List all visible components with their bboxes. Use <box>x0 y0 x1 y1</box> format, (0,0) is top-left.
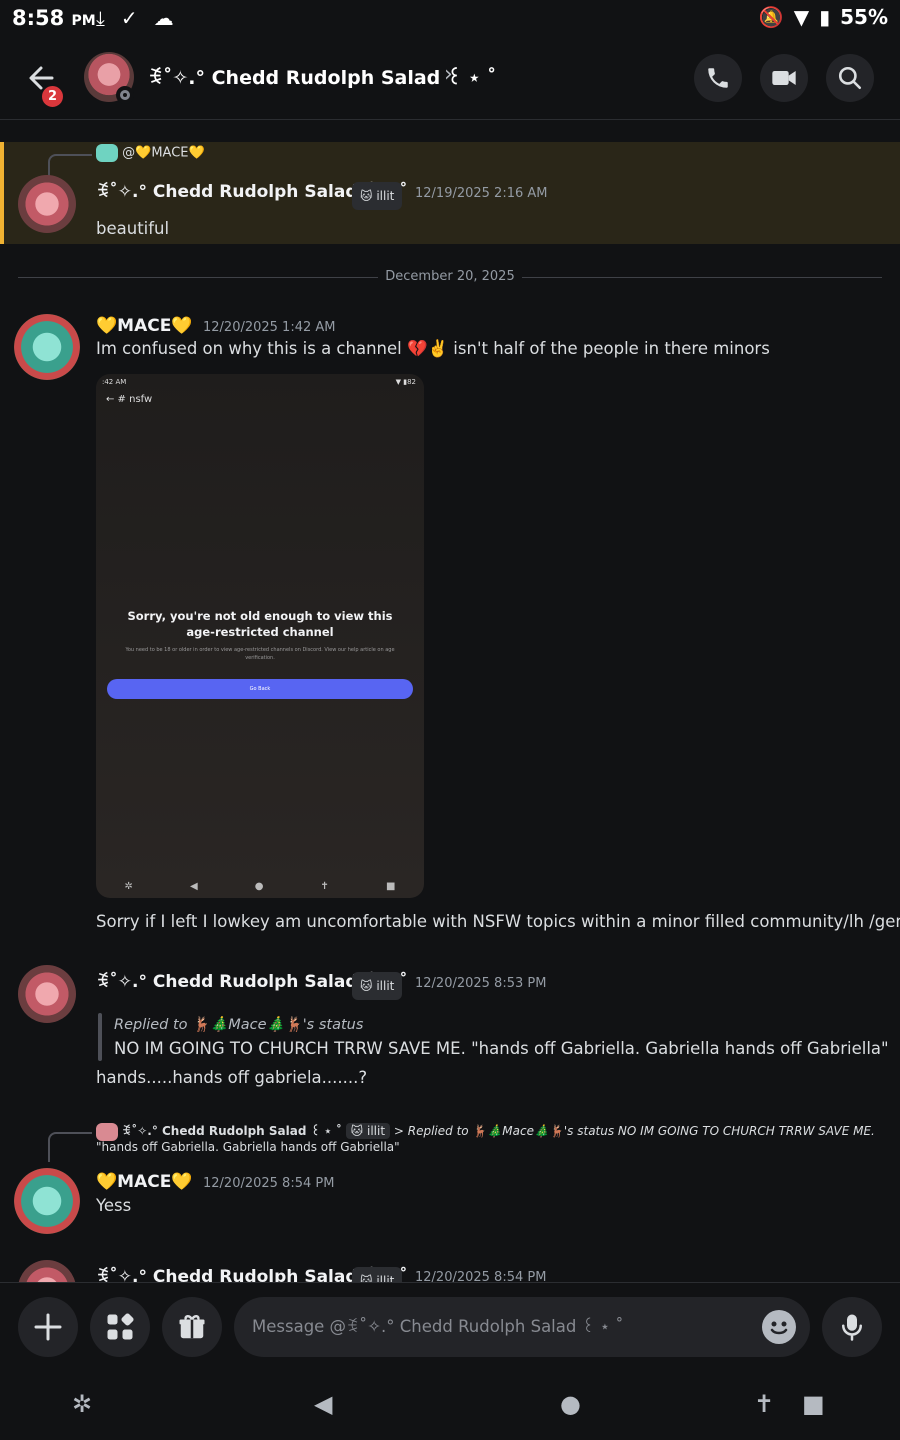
timestamp: 12/19/2025 2:16 AM <box>415 186 548 201</box>
gift-button[interactable] <box>162 1297 222 1357</box>
author-name[interactable]: 💛MACE💛 <box>96 1172 193 1192</box>
reply-reference[interactable]: ꉂ˚✧.° Chedd Rudolph Salad ꒰ ⋆ ˚ 🐱 illit … <box>96 1122 875 1141</box>
voice-call-button[interactable] <box>694 54 742 102</box>
reply-reference[interactable]: @💛MACE💛 <box>96 144 205 162</box>
apps-button[interactable] <box>90 1297 150 1357</box>
bell-off-icon: 🔕 <box>758 5 784 29</box>
cloud-icon: ☁ <box>153 6 174 30</box>
clock: 8:58 PM <box>12 6 96 30</box>
message-content: hands.....hands off gabriela.......? <box>96 1068 368 1087</box>
divider <box>522 277 882 278</box>
search-button[interactable] <box>826 54 874 102</box>
voice-message-button[interactable] <box>822 1297 882 1357</box>
status-reply-label: Replied to 🦌🎄Mace🎄🦌's status <box>114 1017 364 1033</box>
message-content: beautiful <box>96 219 170 238</box>
phone-icon <box>708 68 728 88</box>
download-done-icon: ✓ <box>120 6 138 30</box>
nav-recents-icon[interactable]: ■ <box>802 1390 825 1418</box>
date-divider: December 20, 2025 <box>385 269 515 284</box>
avatar[interactable] <box>18 175 76 233</box>
nav-home-icon[interactable]: ● <box>560 1390 581 1418</box>
accessibility-icon[interactable]: ✝ <box>754 1390 774 1418</box>
server-tag[interactable]: 🐱 illit <box>352 972 403 1000</box>
timestamp: 12/20/2025 8:54 PM <box>203 1176 335 1191</box>
chevron-right-icon[interactable]: › <box>444 62 453 87</box>
message-content: Im confused on why this is a channel 💔✌️… <box>96 339 770 358</box>
emoji-icon[interactable] <box>762 1310 796 1344</box>
system-nav-bar: ✲ ◀ ● ✝ ■ <box>0 1372 900 1440</box>
battery-percent: 55% <box>840 5 888 29</box>
status-offline-icon <box>116 86 134 104</box>
add-attachment-button[interactable] <box>18 1297 78 1357</box>
microphone-icon <box>842 1314 862 1341</box>
message-content: Sorry if I left I lowkey am uncomfortabl… <box>96 912 900 931</box>
message-input[interactable]: Message @ꉂ˚✧.° Chedd Rudolph Salad ꒰ ⋆ ˚ <box>234 1297 810 1357</box>
image-attachment[interactable]: :42 AM ▼ ▮82 ← # nsfw Sorry, you're not … <box>96 374 424 898</box>
download-icon: ⤓ <box>96 6 105 30</box>
unread-badge: 2 <box>40 84 65 109</box>
server-tag[interactable]: 🐱 illit <box>352 182 403 210</box>
gift-icon <box>179 1314 205 1339</box>
video-call-button[interactable] <box>760 54 808 102</box>
nav-back-icon[interactable]: ◀ <box>314 1390 332 1418</box>
plus-icon <box>34 1313 62 1341</box>
timestamp: 12/20/2025 1:42 AM <box>203 320 336 335</box>
message-list[interactable]: @💛MACE💛 ꉂ˚✧.° Chedd Rudolph Salad ꒰ ⋆ ˚ … <box>0 120 900 1282</box>
status-bar: 8:58 PM ⤓ ✓ ☁ 🔕 ▼ ▮ 55% <box>0 0 900 40</box>
timestamp: 12/20/2025 8:53 PM <box>415 976 547 991</box>
avatar <box>96 1122 118 1141</box>
avatar[interactable] <box>14 1168 80 1234</box>
quoted-status: NO IM GOING TO CHURCH TRRW SAVE ME. "han… <box>114 1039 889 1058</box>
message-composer: Message @ꉂ˚✧.° Chedd Rudolph Salad ꒰ ⋆ ˚ <box>0 1282 900 1372</box>
server-tag[interactable]: 🐱 illit <box>352 1267 403 1282</box>
avatar[interactable] <box>18 965 76 1023</box>
wifi-icon: ▼ <box>793 5 810 29</box>
timestamp: 12/20/2025 8:54 PM <box>415 1270 547 1282</box>
avatar[interactable] <box>18 1260 76 1282</box>
apps-icon <box>107 1313 134 1340</box>
reply-preview: "hands off Gabriella. Gabriella hands of… <box>96 1140 400 1154</box>
author-name[interactable]: 💛MACE💛 <box>96 316 193 336</box>
message-content: Yess <box>96 1196 132 1215</box>
search-icon <box>838 66 862 90</box>
avatar <box>96 144 118 162</box>
chat-header: 2 ꉂ˚✧.° Chedd Rudolph Salad ꒰ ⋆ ˚ › <box>0 40 900 120</box>
avatar[interactable] <box>14 314 80 380</box>
accessibility-menu-icon[interactable]: ✲ <box>72 1390 92 1418</box>
battery-icon: ▮ <box>819 5 831 29</box>
divider <box>18 277 378 278</box>
video-camera-icon <box>772 71 796 85</box>
